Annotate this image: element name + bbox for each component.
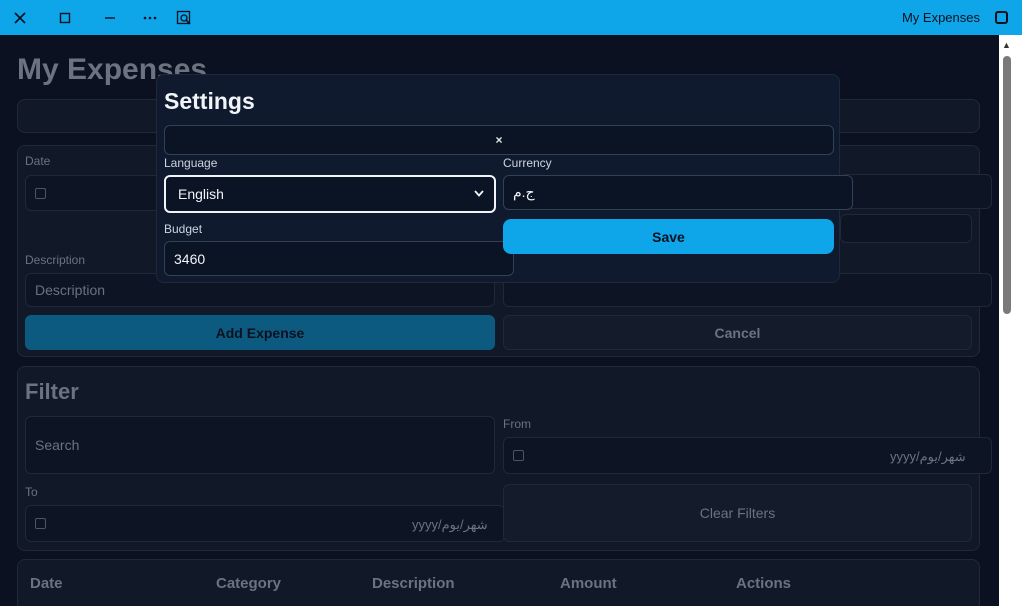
window-title: My Expenses bbox=[901, 10, 980, 25]
settings-title: Settings bbox=[164, 88, 255, 114]
budget-value: 3460 bbox=[174, 250, 206, 267]
to-label: To bbox=[25, 485, 38, 499]
maximize-icon[interactable] bbox=[45, 0, 85, 35]
currency-label: Currency bbox=[503, 156, 552, 170]
clear-filters-button[interactable]: Clear Filters bbox=[503, 484, 972, 542]
description-label: Description bbox=[25, 253, 86, 267]
table-header-amount[interactable]: Amount bbox=[560, 575, 617, 592]
calendar-icon bbox=[513, 450, 524, 461]
save-button[interactable]: Save bbox=[503, 219, 834, 254]
window-title-bar: My Expenses bbox=[0, 0, 1022, 35]
from-date-value: yyyy/شهر/يوم bbox=[890, 449, 966, 464]
search-input[interactable]: Search bbox=[25, 416, 495, 474]
language-label: Language bbox=[164, 156, 218, 170]
close-icon: × bbox=[495, 133, 503, 147]
description-placeholder: Description bbox=[35, 282, 106, 298]
table-header-description[interactable]: Description bbox=[372, 575, 455, 592]
budget-label: Budget bbox=[164, 222, 203, 236]
scroll-up-arrow-icon[interactable]: ▲ bbox=[1002, 40, 1011, 50]
table-header-date[interactable]: Date bbox=[30, 575, 63, 592]
to-date-value: yyyy/شهر/يوم bbox=[412, 517, 488, 532]
close-icon[interactable] bbox=[0, 0, 40, 35]
settings-dialog: Settings × Language English Currency ج.م… bbox=[156, 74, 853, 283]
currency-input[interactable]: ج.م bbox=[503, 175, 853, 210]
inspect-icon[interactable] bbox=[164, 0, 204, 35]
language-value: English bbox=[178, 186, 224, 202]
scrollbar-thumb[interactable] bbox=[1003, 56, 1011, 314]
cancel-button[interactable]: Cancel bbox=[503, 315, 972, 350]
language-select[interactable]: English bbox=[164, 175, 496, 213]
table-panel bbox=[17, 559, 980, 606]
table-header-category[interactable]: Category bbox=[216, 575, 281, 592]
filter-title: Filter bbox=[25, 379, 79, 404]
add-expense-button[interactable]: Add Expense bbox=[25, 315, 495, 350]
search-placeholder: Search bbox=[35, 437, 80, 453]
chevron-down-icon bbox=[474, 188, 484, 200]
close-settings-button[interactable]: × bbox=[164, 125, 834, 155]
category-field[interactable] bbox=[840, 174, 992, 209]
secondary-field[interactable] bbox=[840, 214, 972, 243]
from-label: From bbox=[503, 417, 531, 431]
date-field[interactable] bbox=[25, 175, 165, 211]
budget-input[interactable]: 3460 bbox=[164, 241, 514, 276]
app-icon bbox=[995, 11, 1008, 24]
currency-value: ج.م bbox=[513, 184, 535, 200]
calendar-icon bbox=[35, 187, 46, 199]
date-label: Date bbox=[25, 154, 51, 168]
calendar-icon bbox=[35, 518, 46, 529]
minimize-icon[interactable] bbox=[90, 0, 130, 35]
table-header-actions[interactable]: Actions bbox=[736, 575, 791, 592]
